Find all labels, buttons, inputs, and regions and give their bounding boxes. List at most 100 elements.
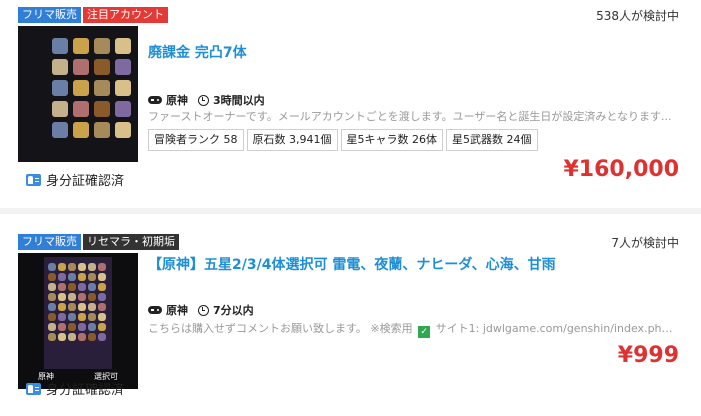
thumbnail-tile [58,323,66,331]
thumbnail-tile [88,313,96,321]
description-text-cont: サイト1: jdwlgame.com/genshin/index.php 検..… [435,322,678,335]
posted-time: 3時間以内 [213,94,265,107]
thumbnail-tile [115,59,131,75]
thumbnail-tile [68,273,76,281]
id-verified: 身分証確認済 [26,170,124,189]
thumbnail-tile [52,101,68,117]
thumbnail-tile [98,283,106,291]
game-name: 原神 [166,94,188,107]
thumbnail-tile [94,122,110,138]
listing-description: ファーストオーナーです。メールアカウントごとを渡します。ユーザー名と誕生日が設定… [148,110,672,123]
listing-title[interactable]: 廃課金 完凸7体 [148,42,247,62]
thumbnail-tile [58,293,66,301]
id-card-icon [26,382,41,395]
game-name: 原神 [166,304,188,317]
thumbnail-tile [115,80,131,96]
thumbnail-tile [68,293,76,301]
thumbnail-tile [48,273,56,281]
thumbnail-tile [48,323,56,331]
thumbnail-tile [94,59,110,75]
thumbnail-tile [78,273,86,281]
thumbnail-tile [68,283,76,291]
thumbnail-tile [48,293,56,301]
thumbnail-tile [73,38,89,54]
thumbnail-tile [73,80,89,96]
badge-flea-market: フリマ販売 [18,234,81,250]
thumbnail-tile [98,263,106,271]
thumbnail-tile [115,38,131,54]
thumbnail-tile [98,303,106,311]
listing-thumbnail[interactable]: 原神 選択可 [18,253,138,389]
check-icon: ✓ [418,326,431,338]
thumbnail-tile [58,283,66,291]
thumbnail-tile [88,283,96,291]
thumbnail-tile [48,313,56,321]
tag-adventure-rank: 冒険者ランク 58 [148,129,244,151]
thumbnail-tile [98,333,106,341]
thumbnail-tile [78,323,86,331]
thumbnail-tile [115,122,131,138]
badge-group: フリマ販売 リセマラ・初期垢 [18,234,179,250]
thumbnail-tile [88,323,96,331]
thumbnail-tile [73,101,89,117]
spec-tags: 冒険者ランク 58 原石数 3,941個 星5キャラ数 26体 星5武器数 24… [148,129,538,151]
listing-meta: 原神 7分以内 [148,302,254,318]
thumbnail-tile [98,273,106,281]
thumbnail-tile [52,122,68,138]
listing-title[interactable]: 【原神】五星2/3/4体選択可 雷電、夜蘭、ナヒーダ、心海、甘雨 [148,254,556,274]
listing-thumbnail[interactable] [18,26,138,162]
thumbnail-tile [52,38,68,54]
clock-icon [198,94,209,106]
thumbnail-tile [78,263,86,271]
thumbnail-tile [58,333,66,341]
thumbnail-tile [48,263,56,271]
listing-price: ¥999 [617,343,679,368]
thumbnail-tile [78,313,86,321]
id-card-icon [26,173,41,186]
listing-card[interactable]: フリマ販売 注目アカウント 538人が検討中 身分証確認済 廃課金 完凸7体 原… [0,0,701,208]
thumbnail-panel [44,257,112,369]
gamepad-icon [148,306,162,314]
thumbnail-tile [98,313,106,321]
listing-card[interactable]: フリマ販売 リセマラ・初期垢 7人が検討中 原神 選択可 身分証確認済 【原神】… [0,214,701,416]
gamepad-icon [148,96,162,104]
thumbnail-tile [58,313,66,321]
badge-featured-account: 注目アカウント [83,7,168,23]
clock-icon [198,304,209,316]
thumbnail-tile [88,263,96,271]
thumbnail-tile [78,303,86,311]
thumbnail-tile [88,293,96,301]
description-text: こちらは購入せずコメントお願い致します。 ※検索用 [148,322,413,335]
thumbnail-tile [58,263,66,271]
tag-primogems: 原石数 3,941個 [246,129,338,151]
thumbnail-tile [94,80,110,96]
id-verified-label: 身分証確認済 [46,174,125,189]
id-verified: 身分証確認済 [26,379,124,398]
id-verified-label: 身分証確認済 [46,383,125,398]
character-grid-image [48,263,106,341]
badge-reroll-account: リセマラ・初期垢 [83,234,179,250]
thumbnail-tile [58,303,66,311]
thumbnail-tile [48,303,56,311]
thumbnail-tile [98,323,106,331]
thumbnail-tile [94,38,110,54]
thumbnail-tile [78,283,86,291]
tag-5star-weapons: 星5武器数 24個 [446,129,538,151]
thumbnail-tile [48,333,56,341]
thumbnail-tile [52,59,68,75]
thumbnail-tile [94,101,110,117]
listing-meta: 原神 3時間以内 [148,92,265,108]
listing-price: ¥160,000 [563,157,679,182]
thumbnail-tile [48,283,56,291]
viewer-count: 538人が検討中 [596,9,679,23]
thumbnail-tile [78,293,86,301]
thumbnail-tile [68,303,76,311]
badge-flea-market: フリマ販売 [18,7,81,23]
viewer-count: 7人が検討中 [611,236,679,250]
thumbnail-tile [98,293,106,301]
thumbnail-tile [68,313,76,321]
thumbnail-tile [78,333,86,341]
thumbnail-tile [68,263,76,271]
thumbnail-tile [68,323,76,331]
thumbnail-tile [88,303,96,311]
